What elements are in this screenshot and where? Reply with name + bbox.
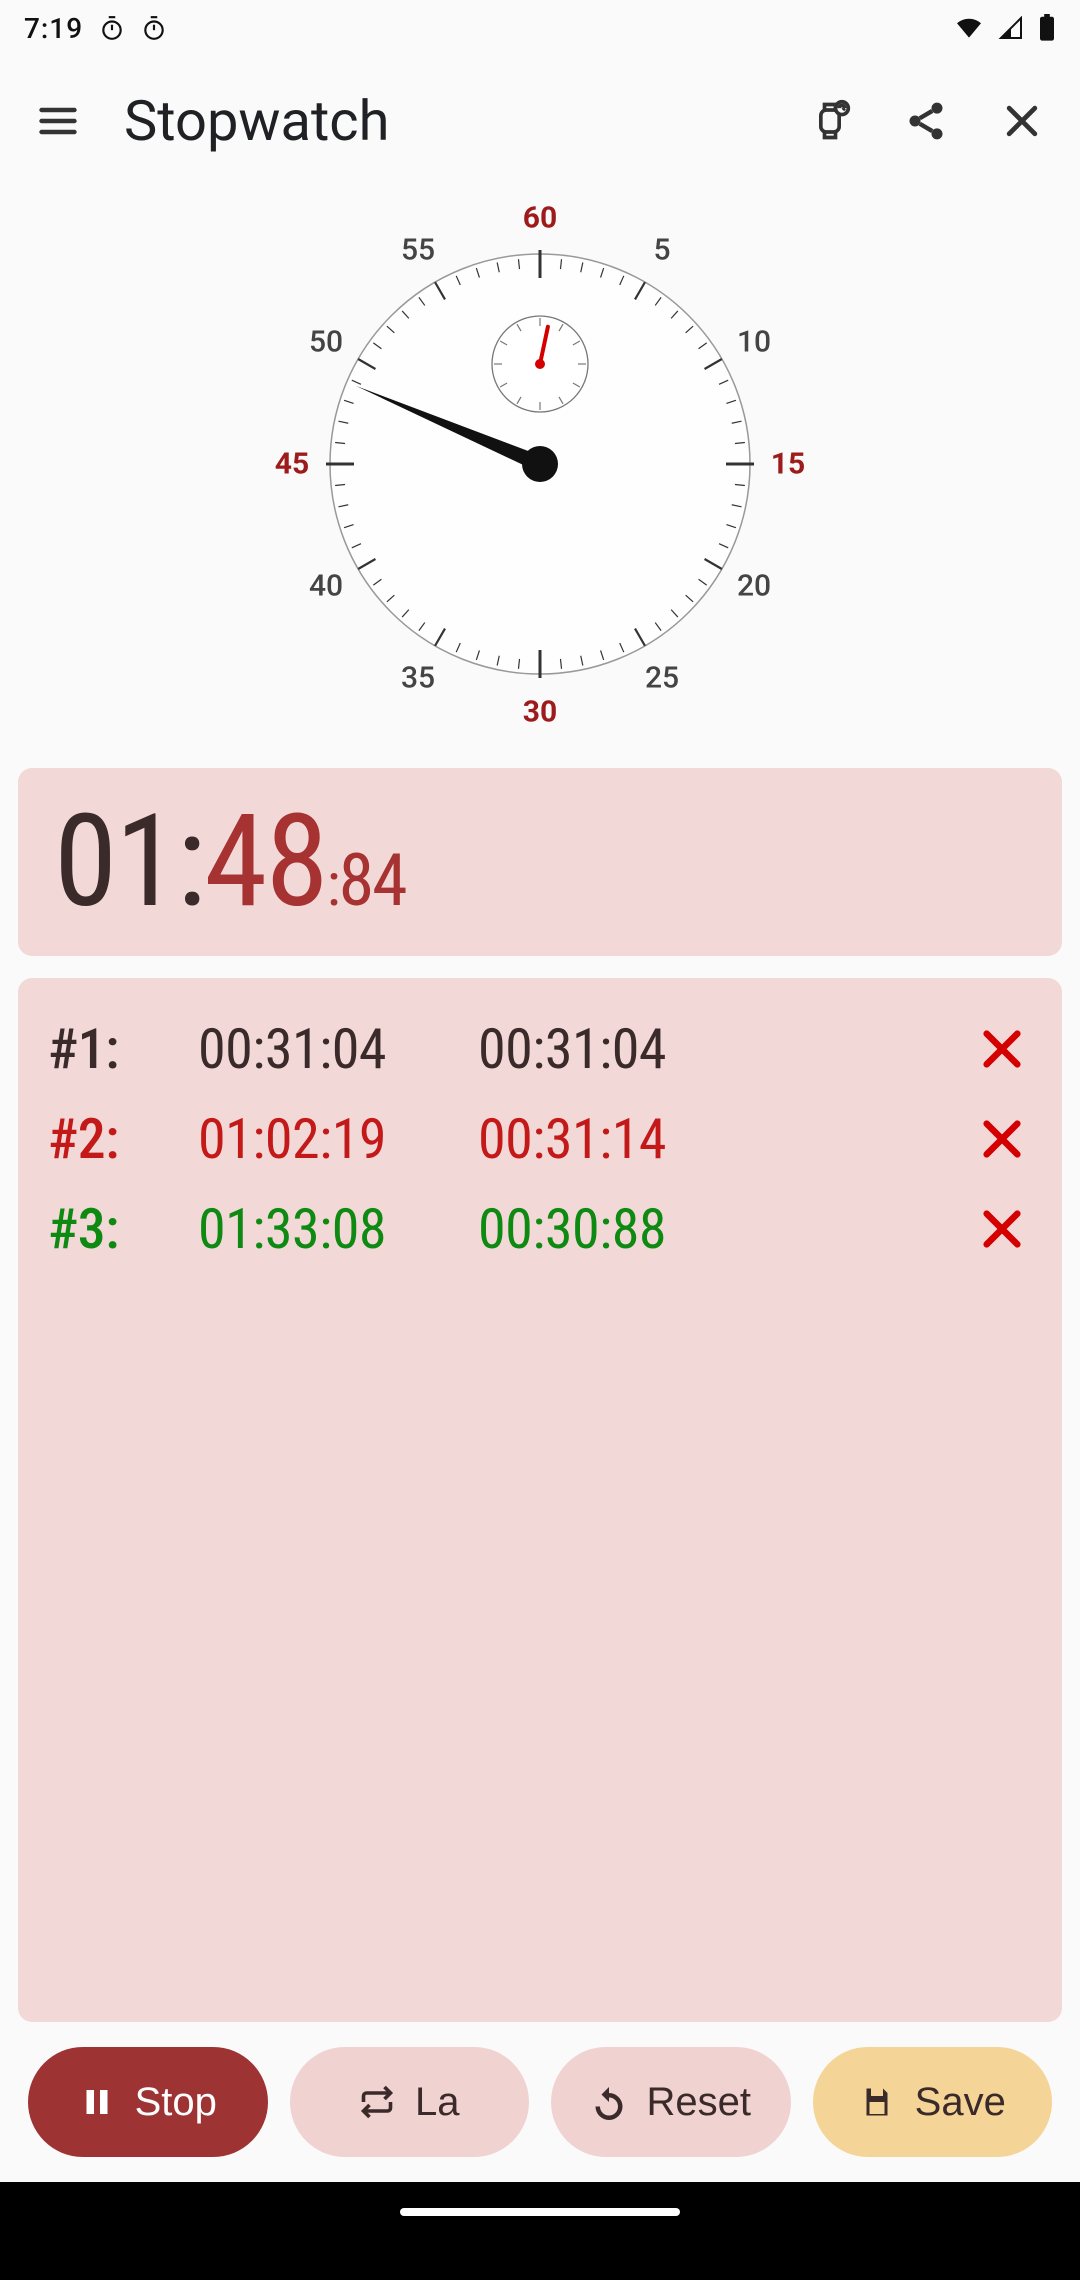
close-icon xyxy=(1000,99,1044,143)
elapsed-cs-colon: : xyxy=(327,849,339,920)
dial-num-5: 5 xyxy=(653,233,670,268)
analog-dial: 60 5 10 15 20 25 30 35 40 45 50 55 xyxy=(270,194,810,734)
wear-sync-button[interactable] xyxy=(786,77,874,165)
lap-split-time: 00:30:88 xyxy=(478,1196,972,1262)
dial-num-30: 30 xyxy=(523,695,557,730)
reset-icon xyxy=(591,2084,627,2120)
menu-button[interactable] xyxy=(14,77,102,165)
dial-num-25: 25 xyxy=(645,661,679,696)
dial-num-60: 60 xyxy=(523,201,557,236)
laps-panel: #1: 00:31:04 00:31:04 #2: 01:02:19 00:31… xyxy=(18,978,1062,2022)
stop-button[interactable]: Stop xyxy=(28,2047,268,2157)
lap-total-time: 00:31:04 xyxy=(198,1016,478,1082)
elapsed-display: 01:48:84 xyxy=(18,768,1062,956)
lap-row: #2: 01:02:19 00:31:14 xyxy=(48,1094,1032,1184)
lap-icon xyxy=(359,2084,395,2120)
share-button[interactable] xyxy=(882,77,970,165)
stopwatch-status-icon xyxy=(141,15,167,41)
dial-num-20: 20 xyxy=(737,569,771,604)
dial-num-35: 35 xyxy=(401,661,435,696)
lap-delete-button[interactable] xyxy=(972,1116,1032,1162)
lap-index: #1: xyxy=(48,1016,198,1082)
close-button[interactable] xyxy=(978,77,1066,165)
cell-signal-icon xyxy=(998,16,1024,40)
lap-delete-button[interactable] xyxy=(972,1206,1032,1252)
lap-index: #3: xyxy=(48,1196,198,1262)
status-bar: 7:19 xyxy=(0,0,1080,56)
lap-row: #3: 01:33:08 00:30:88 xyxy=(48,1184,1032,1274)
lap-row: #1: 00:31:04 00:31:04 xyxy=(48,1004,1032,1094)
nav-pill-icon xyxy=(400,2208,680,2216)
dial-num-55: 55 xyxy=(401,233,435,268)
dial-num-15: 15 xyxy=(771,447,805,482)
close-icon xyxy=(979,1206,1025,1252)
wifi-icon xyxy=(954,16,984,40)
dial-num-10: 10 xyxy=(737,325,771,360)
save-button[interactable]: Save xyxy=(813,2047,1053,2157)
close-icon xyxy=(979,1116,1025,1162)
save-label: Save xyxy=(915,2080,1006,2125)
gesture-nav-bar[interactable] xyxy=(0,2182,1080,2242)
elapsed-centiseconds: 84 xyxy=(339,838,406,923)
dial-num-45: 45 xyxy=(275,447,309,482)
stopwatch-status-icon xyxy=(99,15,125,41)
app-bar: Stopwatch xyxy=(0,56,1080,186)
reset-label: Reset xyxy=(647,2080,752,2125)
action-bar: Stop La Reset Save xyxy=(0,2022,1080,2182)
close-icon xyxy=(979,1026,1025,1072)
elapsed-colon: : xyxy=(176,787,204,937)
lap-index: #2: xyxy=(48,1106,198,1172)
stop-label: Stop xyxy=(135,2080,217,2125)
save-icon xyxy=(859,2084,895,2120)
analog-dial-area: 60 5 10 15 20 25 30 35 40 45 50 55 xyxy=(0,186,1080,754)
lap-split-time: 00:31:04 xyxy=(478,1016,972,1082)
lap-button[interactable]: La xyxy=(290,2047,530,2157)
lap-label: La xyxy=(415,2080,460,2125)
dial-num-50: 50 xyxy=(309,325,343,360)
lap-total-time: 01:02:19 xyxy=(198,1106,478,1172)
battery-icon xyxy=(1038,14,1056,42)
lap-total-time: 01:33:08 xyxy=(198,1196,478,1262)
elapsed-minutes: 01 xyxy=(54,787,176,937)
hamburger-icon xyxy=(36,99,80,143)
lap-delete-button[interactable] xyxy=(972,1026,1032,1072)
elapsed-seconds: 48 xyxy=(204,787,326,937)
status-time: 7:19 xyxy=(24,12,83,45)
watch-sync-icon xyxy=(808,99,852,143)
pause-icon xyxy=(79,2084,115,2120)
dial-num-40: 40 xyxy=(309,569,343,604)
share-icon xyxy=(904,99,948,143)
page-title: Stopwatch xyxy=(124,88,778,154)
reset-button[interactable]: Reset xyxy=(551,2047,791,2157)
lap-split-time: 00:31:14 xyxy=(478,1106,972,1172)
